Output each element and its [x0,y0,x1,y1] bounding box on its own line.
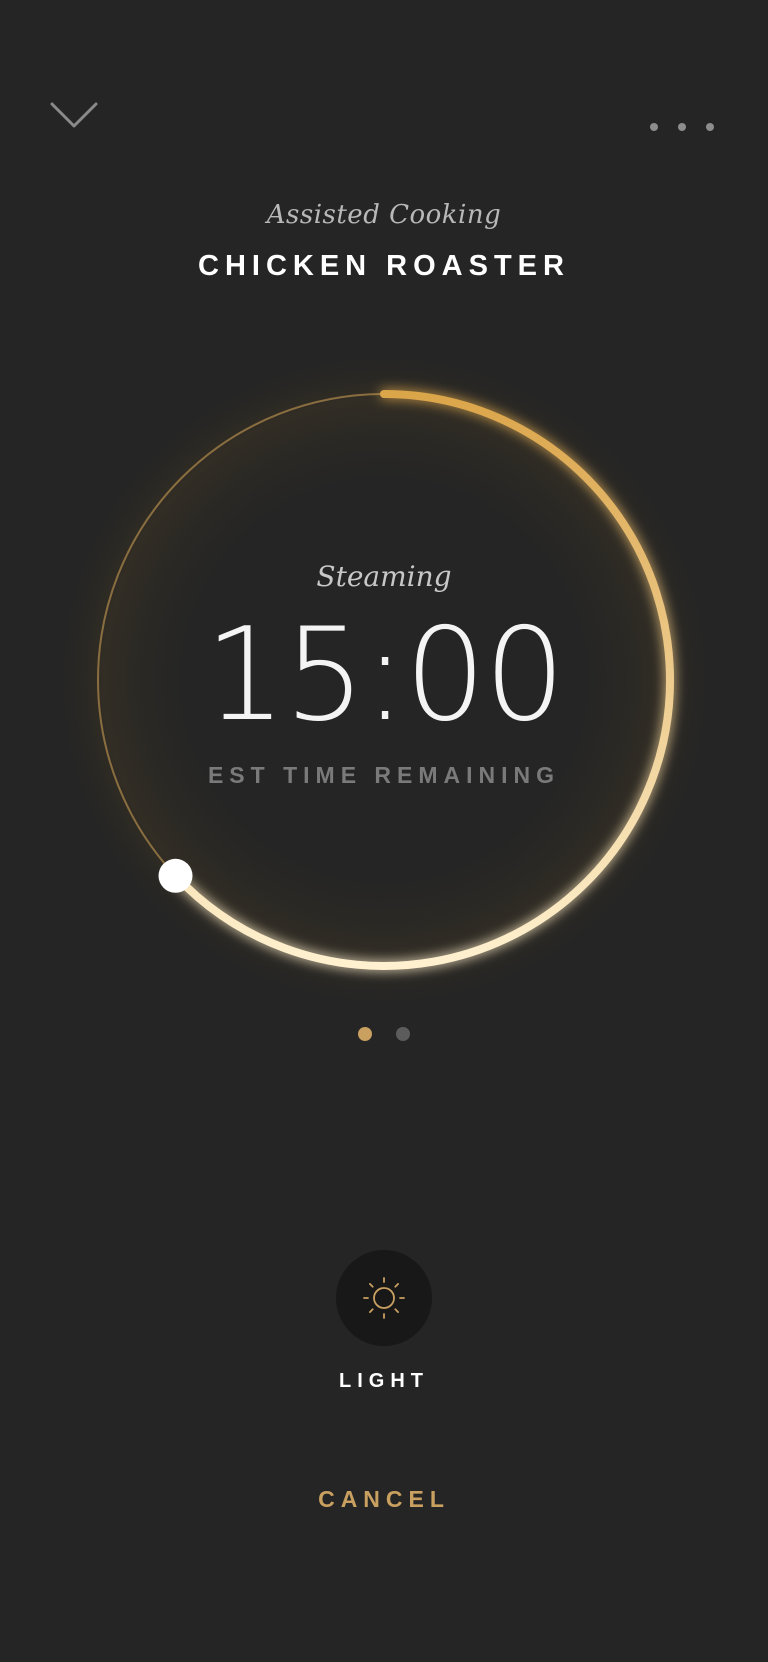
more-dot-icon [678,123,686,131]
chevron-down-icon [50,102,98,128]
page-indicator [358,1026,410,1042]
cooking-phase: Steaming [316,560,452,593]
time-remaining-label: EST TIME REMAINING [207,762,561,788]
sun-icon [363,1277,405,1319]
time-remaining: 15:00 [204,601,566,750]
cancel-button[interactable]: CANCEL [284,1486,484,1513]
progress-handle[interactable] [158,858,193,893]
collapse-button[interactable] [50,100,98,134]
more-options-button[interactable] [650,114,714,140]
more-dot-icon [650,123,658,131]
light-label: LIGHT [339,1370,429,1392]
recipe-title: CHICKEN ROASTER [198,250,570,282]
mode-subtitle: Assisted Cooking [266,200,502,230]
more-dot-icon [706,123,714,131]
light-button[interactable] [336,1250,432,1346]
page-dot-2[interactable] [396,1027,410,1041]
page-dot-1[interactable] [358,1027,372,1041]
